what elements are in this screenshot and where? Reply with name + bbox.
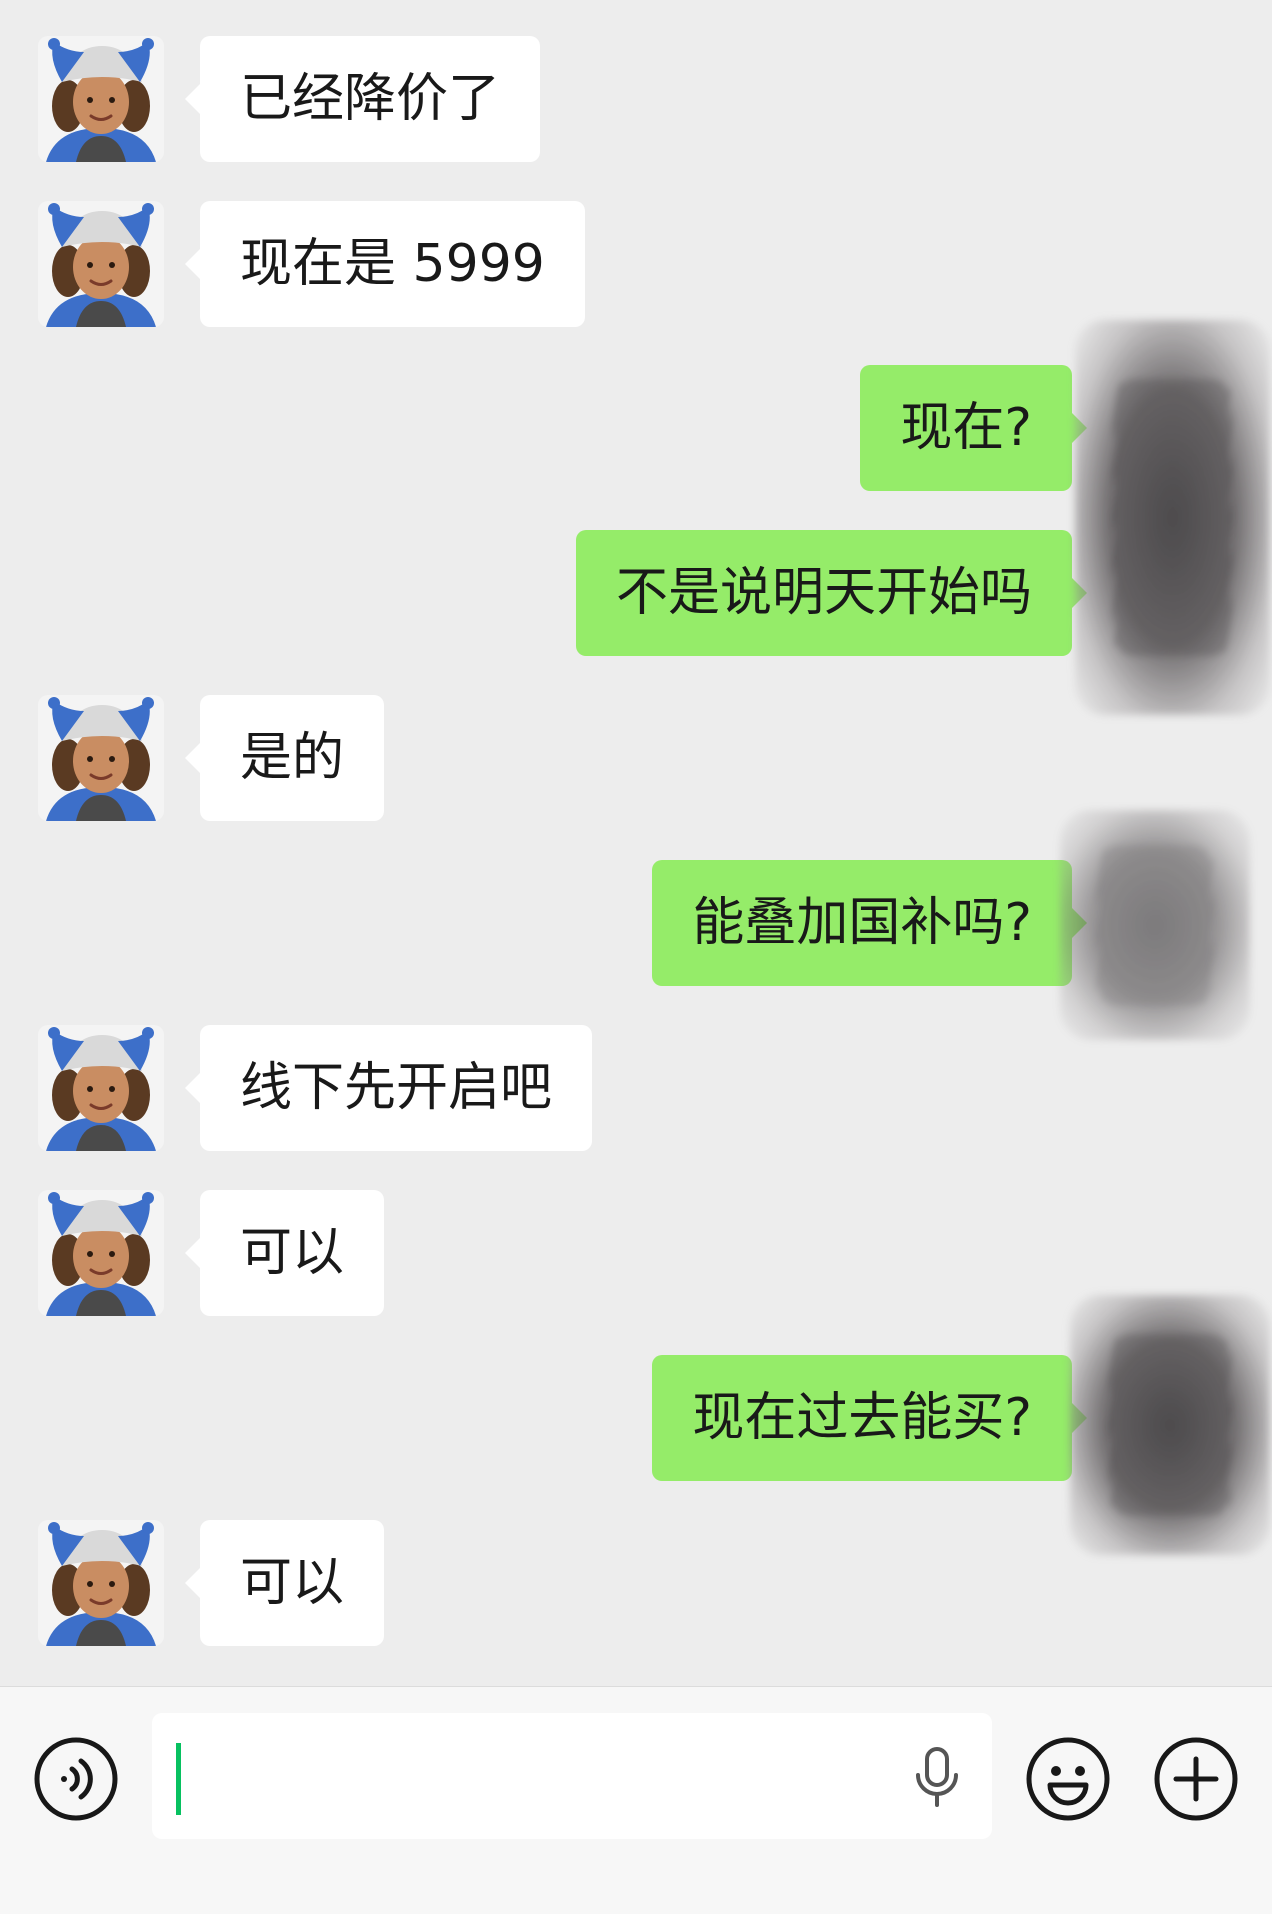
outgoing-bubble[interactable]: 不是说明天开始吗 [575,530,1088,656]
avatar-illustration [46,203,156,327]
avatar-illustration [46,38,156,162]
message-row: 线下先开启吧 [0,1025,1272,1151]
avatar-illustration [46,1027,156,1151]
incoming-bubble[interactable]: 是的 [184,695,385,821]
redaction-scribble [1075,320,1270,715]
avatar-illustration [46,1522,156,1646]
voice-icon [34,1737,118,1821]
message-row: 已经降价了 [0,36,1272,162]
incoming-bubble[interactable]: 可以 [184,1190,385,1316]
message-input[interactable] [152,1713,992,1839]
avatar[interactable] [38,201,164,327]
outgoing-bubble[interactable]: 现在过去能买? [652,1355,1087,1481]
avatar-illustration [46,1192,156,1316]
incoming-bubble[interactable]: 现在是 5999 [185,201,585,327]
message-row: 现在是 5999 [0,201,1272,327]
message-row: 可以 [0,1190,1272,1316]
incoming-bubble[interactable]: 线下先开启吧 [184,1025,593,1151]
emoji-icon [1026,1737,1110,1821]
text-caret [176,1743,181,1815]
avatar[interactable] [38,695,164,821]
avatar[interactable] [38,1190,164,1316]
redaction-scribble [1070,1295,1270,1555]
more-button[interactable] [1154,1737,1238,1821]
avatar[interactable] [38,1025,164,1151]
outgoing-bubble[interactable]: 能叠加国补吗? [652,860,1087,986]
avatar[interactable] [38,1520,164,1646]
outgoing-bubble[interactable]: 现在? [860,365,1087,491]
redaction-scribble [1060,810,1250,1040]
incoming-bubble[interactable]: 已经降价了 [184,36,541,162]
voice-button[interactable] [34,1737,118,1821]
incoming-bubble[interactable]: 可以 [184,1520,385,1646]
microphone-icon[interactable] [912,1747,962,1809]
message-row: 是的 [0,695,1272,821]
input-bar [0,1686,1272,1914]
plus-icon [1154,1737,1238,1821]
avatar[interactable] [38,36,164,162]
avatar-illustration [46,697,156,821]
emoji-button[interactable] [1026,1737,1110,1821]
